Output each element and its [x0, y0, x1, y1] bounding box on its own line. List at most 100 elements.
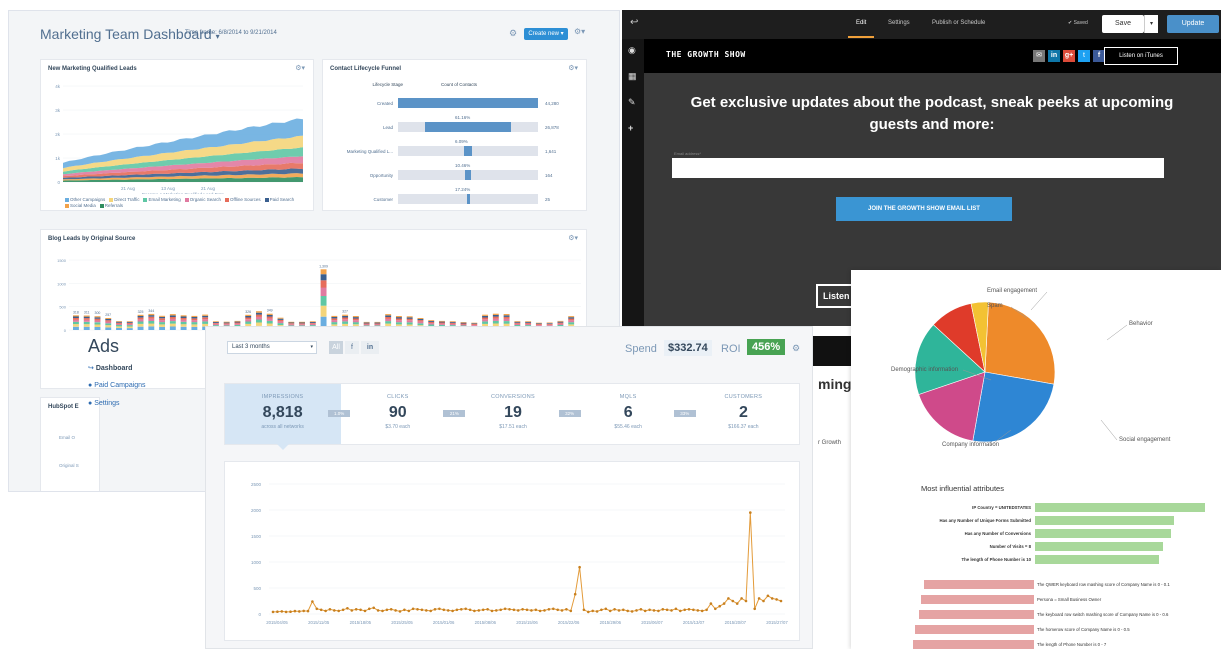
join-email-list-button[interactable]: JOIN THE GROWTH SHOW EMAIL LIST [836, 197, 1012, 221]
blog-bar-segment [503, 315, 510, 317]
save-dropdown-icon[interactable]: ▾ [1144, 15, 1158, 33]
roi-info-icon[interactable]: ⚙ [792, 343, 800, 354]
blog-bar-segment [299, 322, 305, 324]
impressions-point [766, 594, 770, 598]
blog-bar-label: 344 [148, 309, 154, 313]
blog-bar-segment [492, 313, 499, 315]
funnel-count: 1,641 [545, 149, 557, 154]
metric-clicks[interactable]: CLICKS 90 $3.70 each [340, 384, 455, 444]
leads-card-gear-icon[interactable]: ⚙▾ [295, 64, 305, 72]
metric-impressions[interactable]: IMPRESSIONS 8,818 across all networks [225, 384, 340, 444]
listen-itunes-button[interactable]: Listen on iTunes [1104, 47, 1178, 65]
blog-bar-segment [417, 320, 424, 322]
network-all-button[interactable]: All [329, 341, 343, 354]
funnel-card-gear-icon[interactable]: ⚙▾ [568, 64, 578, 72]
impressions-point [744, 599, 748, 603]
blog-bar-segment [159, 315, 166, 317]
email-field[interactable] [672, 158, 1164, 178]
nav-paid-campaigns[interactable]: ● Paid Campaigns [88, 382, 146, 389]
pencil-icon[interactable]: ✎ [628, 97, 636, 108]
impressions-point [302, 609, 305, 613]
blog-bar-segment [234, 323, 241, 325]
blog-bar-segment [342, 319, 349, 322]
blog-bar-segment [245, 314, 252, 316]
time-frame[interactable]: Time frame: 6/8/2014 to 9/21/2014 [185, 30, 277, 36]
blog-bar-segment [385, 317, 392, 319]
positive-attribute-bar [1035, 555, 1159, 564]
date-range-select[interactable]: Last 3 months ▾ [227, 341, 317, 354]
modules-icon[interactable]: ▦ [628, 71, 637, 82]
blog-bar-segment [169, 317, 176, 319]
save-button[interactable]: Save [1102, 15, 1144, 33]
blog-bar-segment [212, 323, 219, 326]
line-x-tick: 2015/22/06 [558, 620, 580, 625]
blog-bar-segment [159, 316, 166, 319]
impressions-point [665, 608, 669, 612]
network-facebook-button[interactable]: f [345, 341, 359, 354]
impressions-point [696, 609, 700, 612]
impressions-point [735, 602, 739, 605]
impressions-point [709, 602, 713, 605]
metric-customers[interactable]: CUSTOMERS 2 $166.37 each [686, 384, 801, 444]
googleplus-icon[interactable]: g+ [1063, 50, 1075, 62]
linkedin-icon[interactable]: in [1048, 50, 1060, 62]
impressions-point [718, 604, 721, 608]
leads-card: New Marketing Qualified Leads ⚙▾ 4k 3k 2k 1… [40, 59, 314, 211]
negative-attribute-bar [921, 595, 1034, 604]
blog-card-gear-icon[interactable]: ⚙▾ [568, 234, 578, 242]
editor-toolbar: ↩ Edit Settings Publish or Schedule ✔ Sa… [622, 10, 1221, 39]
tab-settings[interactable]: Settings [888, 20, 910, 26]
add-plus-icon[interactable]: + [628, 123, 633, 133]
back-arrow-icon[interactable]: ↩ [630, 17, 638, 28]
metric-conversions[interactable]: CONVERSIONS 19 $17.51 each [455, 384, 570, 444]
twitter-icon[interactable]: t [1078, 50, 1090, 62]
blog-bar-segment [256, 319, 262, 323]
impressions-point [433, 608, 437, 611]
create-new-button[interactable]: Create new ▾ [524, 28, 568, 40]
funnel-col-count: Count of Contacts [441, 82, 478, 87]
tab-edit[interactable]: Edit [856, 20, 866, 26]
blog-bar-segment [245, 316, 252, 318]
blog-card-title: Blog Leads by Original Source [48, 236, 136, 242]
network-linkedin-button[interactable]: in [361, 341, 379, 354]
listen-button[interactable]: Listen [816, 284, 856, 308]
options-gear-icon[interactable]: ⚙▾ [574, 27, 585, 36]
update-button[interactable]: Update [1167, 15, 1219, 33]
blog-bar-segment [191, 315, 198, 317]
blog-bar-segment [266, 316, 273, 319]
settings-gear-icon[interactable]: ⚙ [509, 28, 517, 39]
funnel-stage-label: Customer [373, 197, 393, 202]
blog-bar-segment [557, 322, 564, 324]
impressions-point [319, 608, 323, 612]
blog-bar-segment [148, 316, 155, 319]
impressions-point [438, 607, 441, 611]
impressions-point [311, 600, 314, 603]
blog-bar-segment [137, 321, 144, 324]
legend-item: Offline Sources [224, 197, 261, 203]
negative-attribute-bar [915, 625, 1034, 634]
tab-publish[interactable]: Publish or Schedule [932, 20, 985, 26]
metric-mqls[interactable]: MQLS 6 $55.46 each [571, 384, 686, 444]
blog-bar-segment [417, 318, 424, 321]
preview-eye-icon[interactable]: ◉ [628, 45, 636, 56]
impressions-point [389, 608, 393, 611]
blog-bar-segment [406, 318, 413, 321]
blog-bar-segment [482, 321, 489, 324]
metric-label: CUSTOMERS [724, 394, 763, 400]
blog-bar-label: 1,309 [319, 264, 328, 268]
blog-bar-segment [266, 318, 273, 321]
metric-label: CONVERSIONS [491, 394, 535, 400]
blog-bar-segment [299, 323, 305, 325]
blog-bar-segment [482, 317, 489, 320]
influential-attributes-panel: Email engagement Spam Behavior Demograph… [851, 270, 1221, 649]
nav-dashboard[interactable]: ↪ Dashboard [88, 364, 132, 372]
blog-bar-segment [288, 323, 295, 325]
blog-bar-segment [514, 322, 521, 324]
blog-bar-segment [126, 322, 133, 324]
blog-bar-segment [169, 314, 176, 316]
leads-legend: Other Campaigns Direct Traffic Email Marke… [65, 197, 310, 209]
nav-settings[interactable]: ● Settings [88, 400, 119, 407]
blog-bar-segment [492, 320, 499, 324]
positive-attribute-bar [1035, 516, 1174, 525]
email-icon[interactable]: ✉ [1033, 50, 1045, 62]
